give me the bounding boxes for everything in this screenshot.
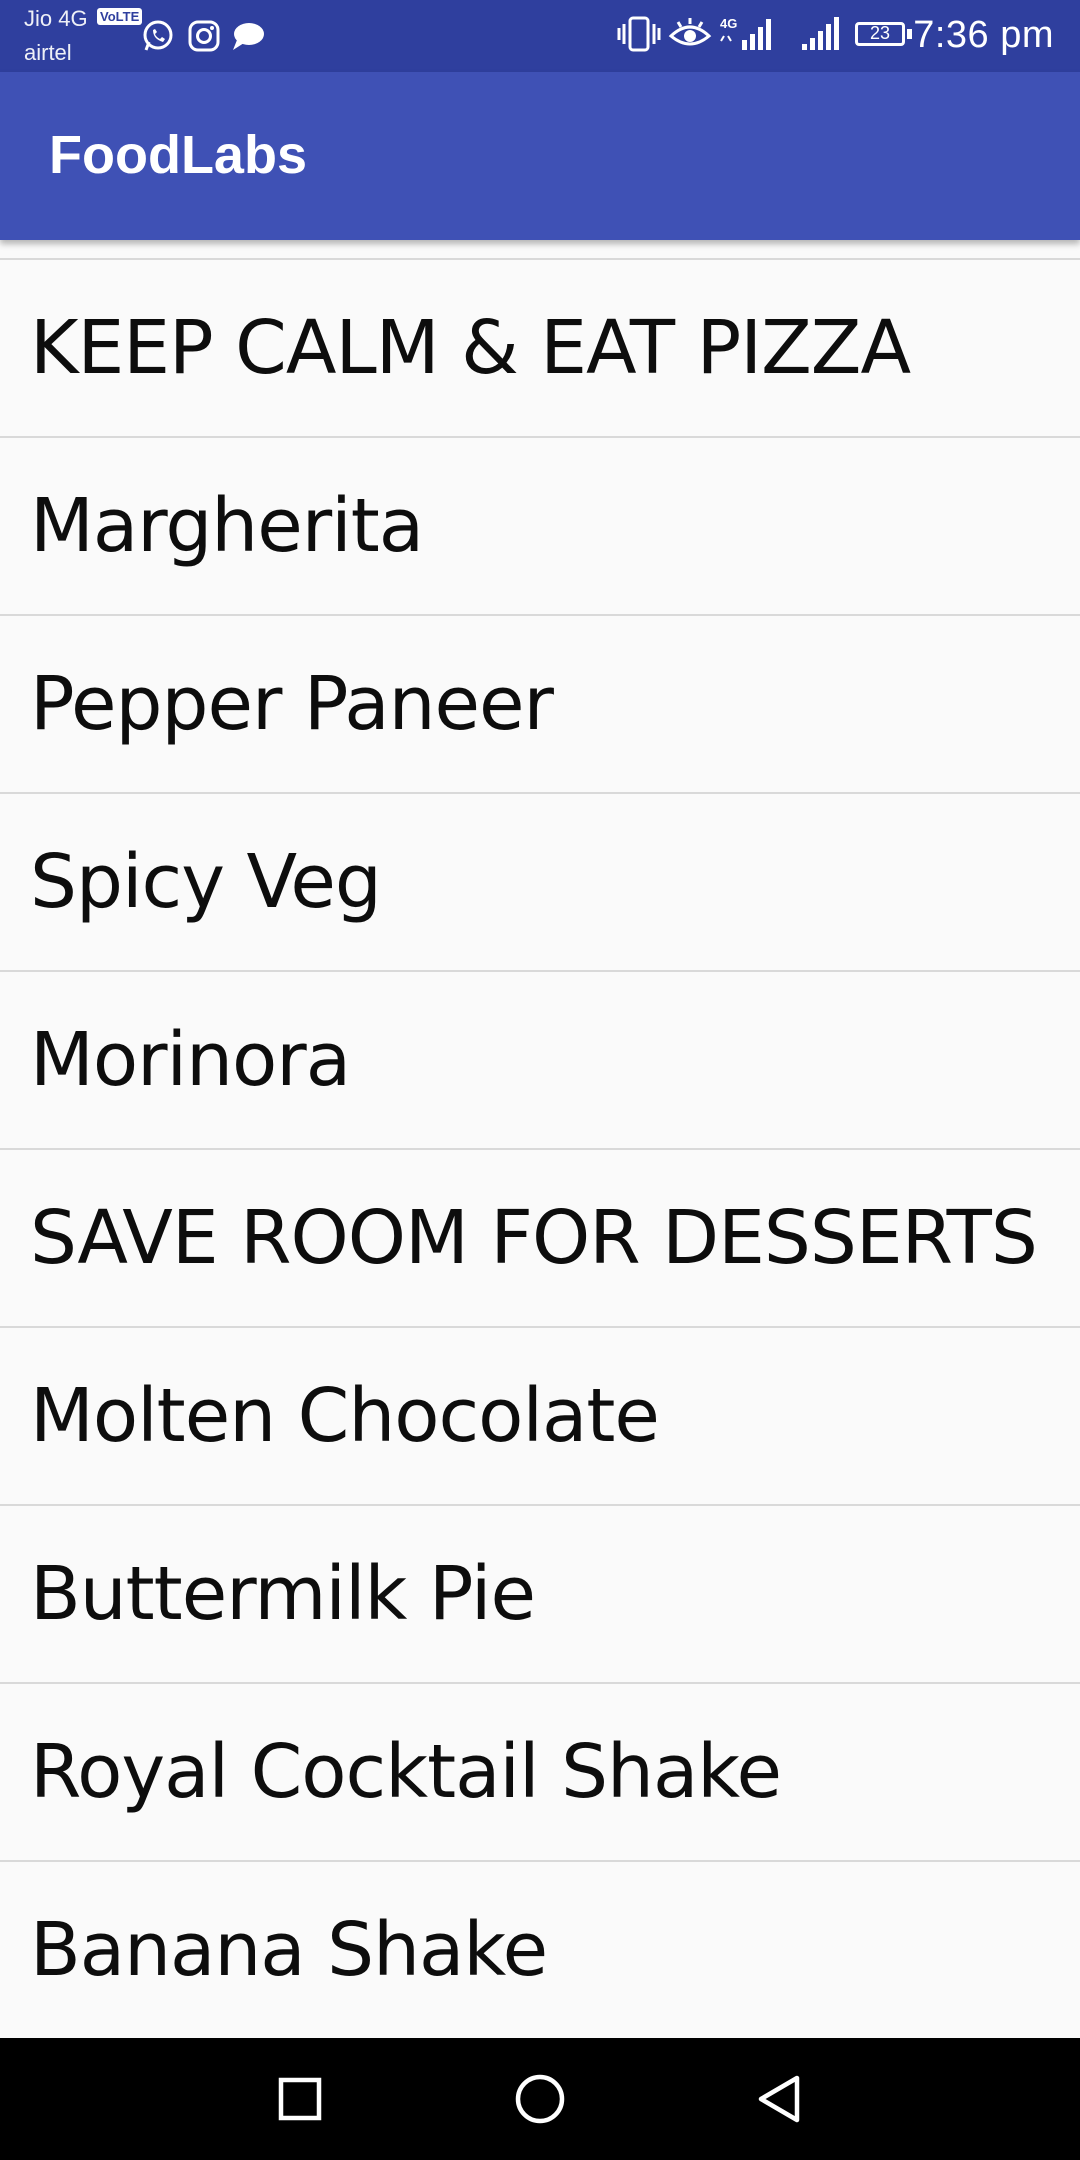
list-item-pepper-paneer[interactable]: Pepper Paneer (0, 616, 1080, 794)
list-item-label: Spicy Veg (30, 839, 382, 925)
eye-comfort-icon (668, 18, 712, 46)
carrier-secondary: airtel (24, 40, 72, 65)
menu-list[interactable]: KEEP CALM & EAT PIZZA Margherita Pepper … (0, 240, 1080, 2038)
home-icon[interactable] (507, 2066, 573, 2132)
navigation-bar (0, 2038, 1080, 2160)
volte-badge: VoLTE (97, 8, 143, 25)
signal-strength-icon (802, 17, 839, 50)
list-item-label: Molten Chocolate (30, 1373, 660, 1459)
list-item-margherita[interactable]: Margherita (0, 438, 1080, 616)
list-item-molten-chocolate[interactable]: Molten Chocolate (0, 1328, 1080, 1506)
back-icon[interactable] (747, 2066, 813, 2132)
list-item-morinora[interactable]: Morinora (0, 972, 1080, 1150)
network-4g-signal-icon: 4G (720, 16, 771, 50)
network-label: 4G (720, 16, 737, 31)
list-item-label: Pepper Paneer (30, 661, 554, 747)
recents-icon[interactable] (267, 2066, 333, 2132)
list-item-partial[interactable] (0, 240, 1080, 260)
list-item-label: Morinora (30, 1017, 351, 1103)
list-item-buttermilk-pie[interactable]: Buttermilk Pie (0, 1506, 1080, 1684)
whatsapp-icon (143, 20, 173, 51)
list-item-label: KEEP CALM & EAT PIZZA (30, 305, 911, 391)
list-item-label: Royal Cocktail Shake (30, 1729, 782, 1815)
list-item-category-desserts[interactable]: SAVE ROOM FOR DESSERTS (0, 1150, 1080, 1328)
carrier-primary: Jio 4G (24, 6, 88, 31)
app-title: FoodLabs (49, 125, 307, 185)
battery-icon: 23 (855, 22, 913, 50)
list-item-label: SAVE ROOM FOR DESSERTS (30, 1195, 1038, 1281)
list-item-royal-cocktail-shake[interactable]: Royal Cocktail Shake (0, 1684, 1080, 1862)
list-item-banana-shake[interactable]: Banana Shake (0, 1862, 1080, 2038)
message-icon (233, 23, 264, 50)
instagram-icon (188, 20, 220, 52)
app-bar: FoodLabs (0, 72, 1080, 240)
list-item-label: Banana Shake (30, 1907, 548, 1993)
list-item-label: Buttermilk Pie (30, 1551, 536, 1637)
clock: 7:36 pm (913, 14, 1054, 56)
battery-level: 23 (869, 23, 891, 43)
list-item-spicy-veg[interactable]: Spicy Veg (0, 794, 1080, 972)
vibrate-icon (617, 16, 661, 52)
list-item-category-pizza[interactable]: KEEP CALM & EAT PIZZA (0, 260, 1080, 438)
list-item-label: Margherita (30, 483, 424, 569)
status-bar: Jio 4G VoLTE airtel 4G 23 7:36 pm (0, 0, 1080, 72)
